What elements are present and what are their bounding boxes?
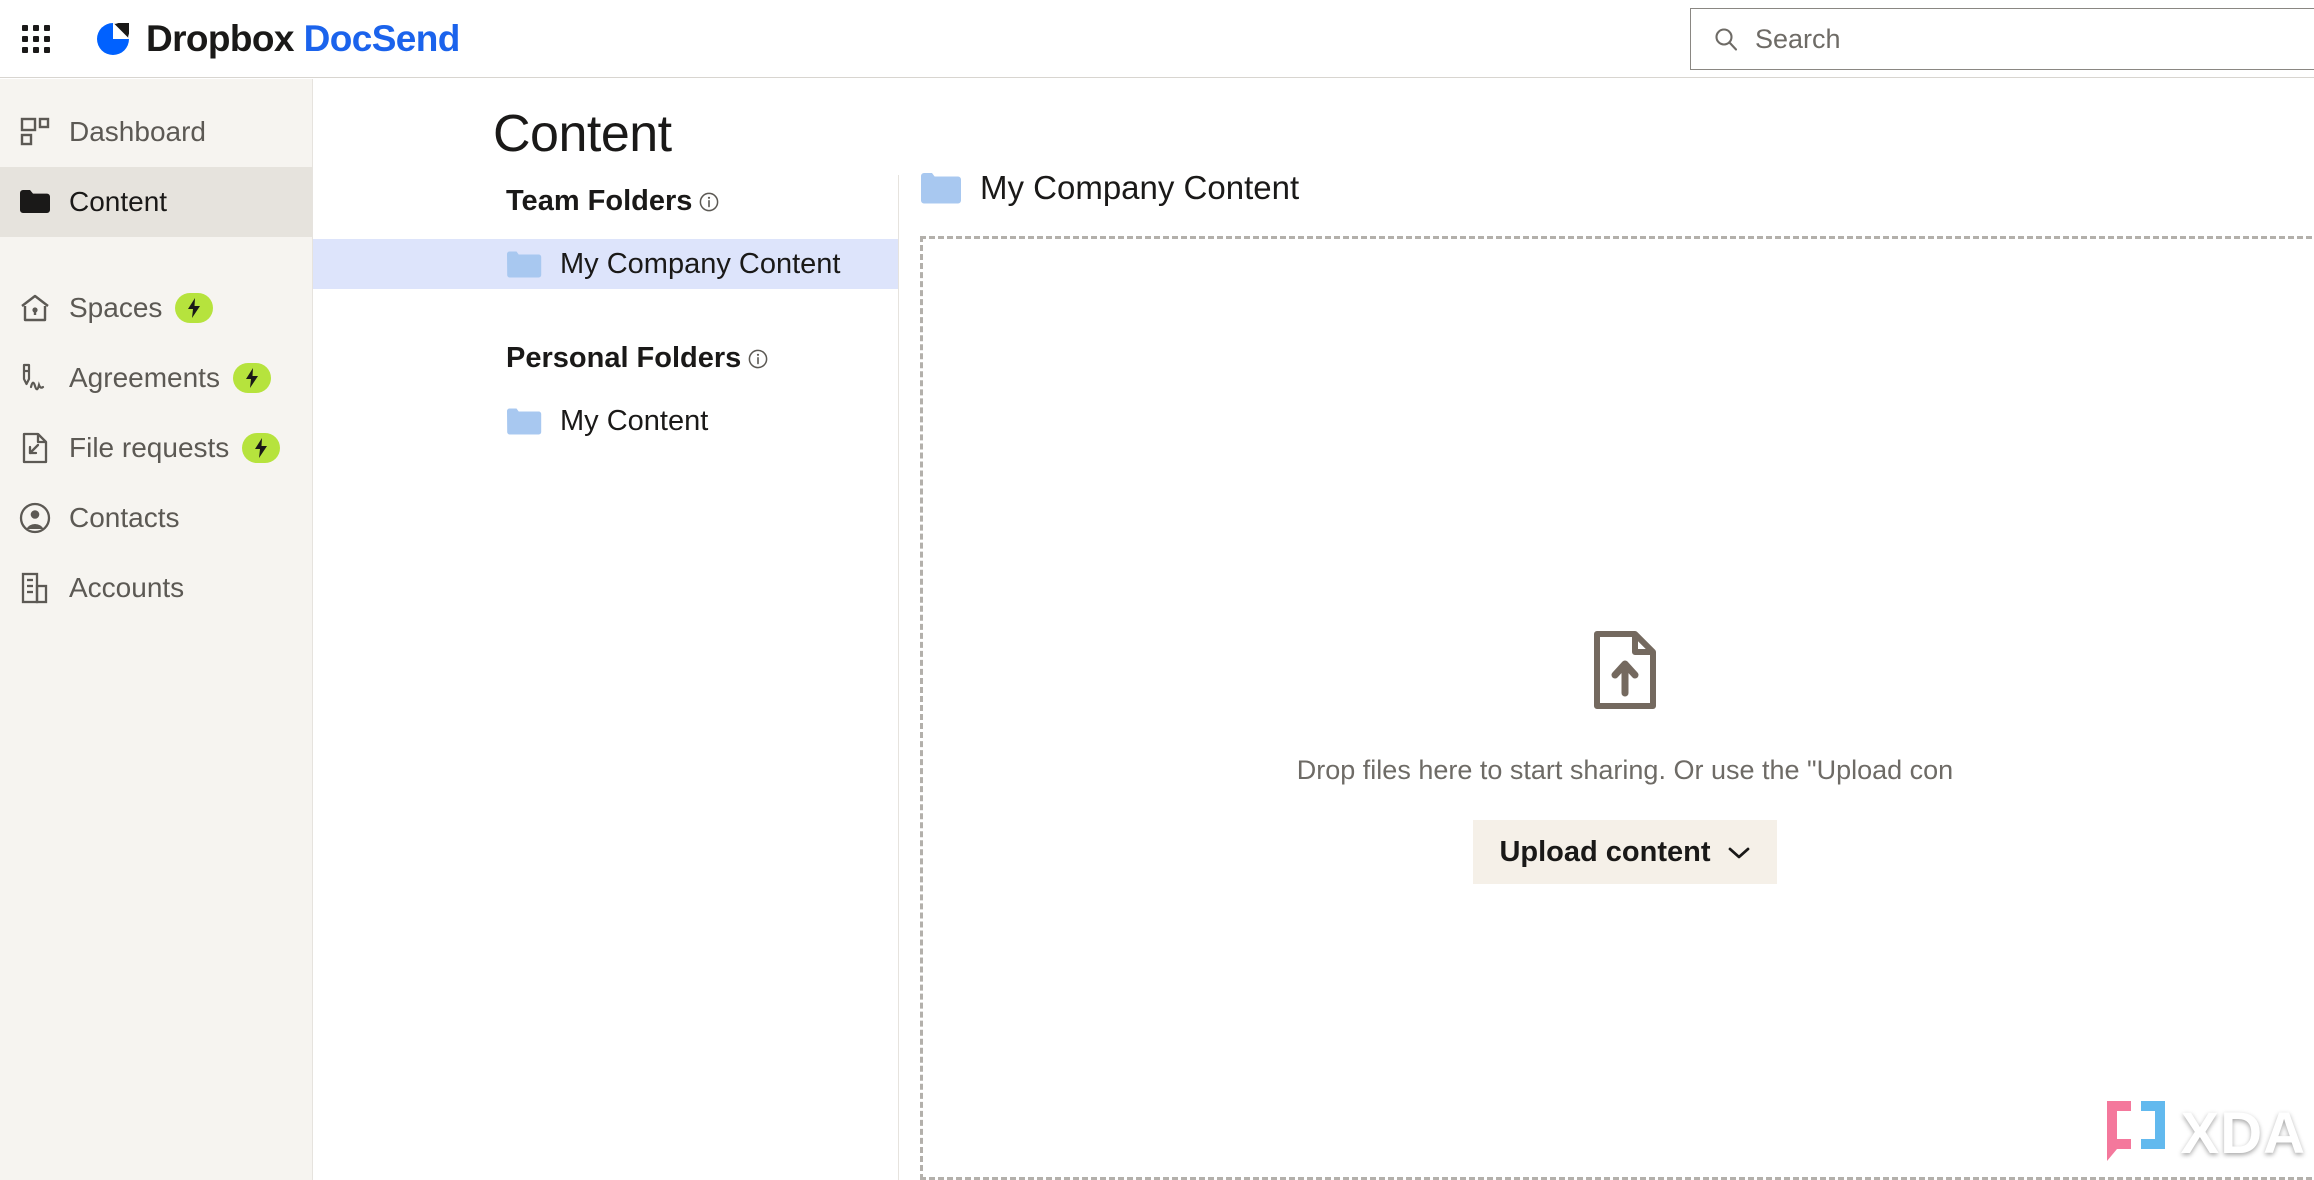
sidebar-item-label: Agreements xyxy=(69,362,220,393)
sidebar-item-label: Accounts xyxy=(69,572,185,603)
lightning-bolt-icon xyxy=(232,363,271,393)
dropbox-logo-icon xyxy=(94,20,132,58)
search-input[interactable] xyxy=(1755,23,2235,55)
person-circle-icon xyxy=(18,501,52,535)
folder-label: My Content xyxy=(560,404,709,437)
folder-icon xyxy=(506,250,542,279)
dropzone-inner: Drop files here to start sharing. Or use… xyxy=(923,239,2314,1177)
signature-icon xyxy=(18,361,52,395)
sidebar-item-label: Contacts xyxy=(69,502,180,533)
search-icon xyxy=(1713,26,1739,52)
brand-primary: Dropbox xyxy=(146,17,295,59)
top-bar: Dropbox DocSend xyxy=(0,0,2314,78)
folder-icon xyxy=(920,171,962,205)
brand-logo[interactable]: Dropbox DocSend xyxy=(94,18,460,60)
chevron-down-icon xyxy=(1727,836,1751,869)
sidebar: Dashboard Content Spaces Agreements File… xyxy=(0,79,313,1180)
team-folders-label: Team Folders xyxy=(506,185,693,217)
sidebar-item-label: Spaces xyxy=(69,292,163,323)
folder-icon xyxy=(18,185,52,219)
upload-content-label: Upload content xyxy=(1499,835,1711,868)
brand-secondary: DocSend xyxy=(303,17,461,59)
dropzone[interactable]: Drop files here to start sharing. Or use… xyxy=(920,236,2314,1180)
tree-row[interactable]: My Company Content xyxy=(313,239,898,289)
lightning-bolt-icon xyxy=(175,293,214,323)
app-grid-icon[interactable] xyxy=(14,17,58,61)
lightning-bolt-icon xyxy=(242,433,281,463)
main-content: Content Share C Team Folders xyxy=(313,79,2314,1180)
personal-folders-label: Personal Folders xyxy=(506,342,742,374)
sidebar-item-label: File requests xyxy=(69,432,230,463)
detail-folder-name: My Company Content xyxy=(980,169,1300,206)
file-upload-icon xyxy=(1594,631,1656,709)
sidebar-item-contacts[interactable]: Contacts xyxy=(0,483,312,553)
sidebar-item-label: Dashboard xyxy=(69,116,206,147)
sidebar-item-file-requests[interactable]: File requests xyxy=(0,413,312,483)
info-icon[interactable] xyxy=(699,187,719,212)
building-icon xyxy=(18,571,52,605)
personal-folders-heading: Personal Folders xyxy=(506,342,898,375)
search-bar[interactable] xyxy=(1690,8,2314,70)
detail-folder-header: My Company Content xyxy=(920,169,1299,207)
folder-label: My Company Content xyxy=(560,247,841,280)
tree-row[interactable]: My Content xyxy=(313,396,898,446)
sidebar-item-content[interactable]: Content xyxy=(0,167,312,237)
info-icon[interactable] xyxy=(748,344,768,369)
dropzone-message: Drop files here to start sharing. Or use… xyxy=(1296,755,1954,785)
page-title: Content xyxy=(493,105,672,163)
house-lock-icon xyxy=(18,291,52,325)
folder-icon xyxy=(506,407,542,436)
team-folders-heading: Team Folders xyxy=(506,185,898,218)
dashboard-icon xyxy=(18,115,52,149)
sidebar-item-label: Content xyxy=(69,186,168,217)
sidebar-item-accounts[interactable]: Accounts xyxy=(0,553,312,623)
folder-tree-panel: Team Folders My Company Content Personal… xyxy=(313,175,899,1180)
sidebar-item-spaces[interactable]: Spaces xyxy=(0,273,312,343)
upload-content-button[interactable]: Upload content xyxy=(1473,820,1777,884)
sidebar-item-agreements[interactable]: Agreements xyxy=(0,343,312,413)
detail-panel: My Company Content Drop files here to st… xyxy=(900,79,2314,1180)
file-download-icon xyxy=(18,431,52,465)
brand-text: Dropbox DocSend xyxy=(146,18,460,60)
sidebar-item-dashboard[interactable]: Dashboard xyxy=(0,97,312,167)
